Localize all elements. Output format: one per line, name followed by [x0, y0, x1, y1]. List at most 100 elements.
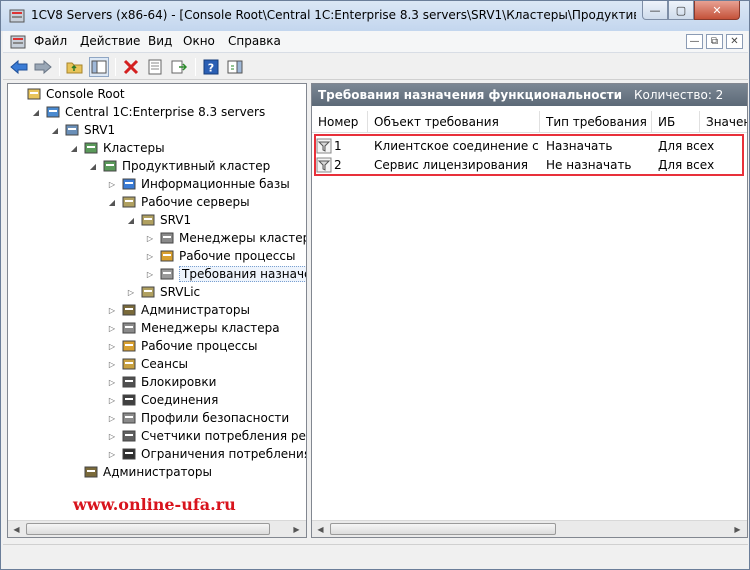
up-one-level-button[interactable] [65, 57, 85, 77]
export-icon [171, 60, 187, 74]
tree-item-label: Central 1C:Enterprise 8.3 servers [65, 105, 266, 119]
expand-icon[interactable]: ▷ [107, 396, 117, 405]
mdi-minimize-button[interactable]: — [686, 34, 703, 49]
show-hide-action-pane-button[interactable] [225, 57, 245, 77]
tree-item[interactable]: ▷ Менеджеры кластера [107, 319, 280, 337]
title-bar[interactable]: 1CV8 Servers (x86-64) - [Console Root\Ce… [1, 1, 749, 31]
help-button[interactable]: ? [201, 57, 221, 77]
forward-button[interactable] [33, 57, 53, 77]
tree-item[interactable]: ◢ SRV1 [126, 211, 191, 229]
details-horizontal-scrollbar[interactable]: ◀ ▶ [312, 520, 747, 537]
menu-view[interactable]: Вид [148, 34, 172, 48]
tree-item[interactable]: ▷ Требования назначения [145, 265, 306, 283]
tree-item-label: Соединения [141, 393, 219, 407]
maximize-button[interactable]: ▢ [668, 1, 694, 20]
tree-item[interactable]: ▷ Сеансы [107, 355, 188, 373]
tree-item[interactable]: ▷ Рабочие процессы [107, 337, 258, 355]
processes-icon [160, 250, 174, 262]
tree-item[interactable]: ▷ SRVLic [126, 283, 200, 301]
expand-icon[interactable]: ▷ [107, 378, 117, 387]
tree-item-label: Администраторы [103, 465, 212, 479]
cluster-icon [103, 160, 117, 172]
tree-item[interactable]: ▷ Блокировки [107, 373, 216, 391]
work-server-icon [141, 286, 155, 298]
highlight-frame [314, 134, 744, 176]
connections-icon [122, 394, 136, 406]
collapse-icon[interactable]: ◢ [69, 144, 79, 153]
console-tree[interactable]: Console Root ◢ Central 1C:Enterprise 8.3 s… [7, 83, 307, 538]
scroll-right-icon[interactable]: ▶ [288, 521, 305, 537]
scroll-thumb[interactable] [330, 523, 556, 535]
properties-button[interactable] [145, 57, 165, 77]
collapse-icon[interactable]: ◢ [50, 126, 60, 135]
tree-item[interactable]: Console Root [12, 85, 125, 103]
admins-icon [84, 466, 98, 478]
scroll-left-icon[interactable]: ◀ [8, 521, 25, 537]
tree-item[interactable]: ▷ Соединения [107, 391, 218, 409]
back-button[interactable] [9, 57, 29, 77]
collapse-icon[interactable]: ◢ [31, 108, 41, 117]
tree-item-label: Рабочие серверы [141, 195, 250, 209]
server-icon [65, 124, 79, 136]
mdi-restore-button[interactable]: ⧉ [706, 34, 723, 49]
scroll-right-icon[interactable]: ▶ [729, 521, 746, 537]
mdi-close-button[interactable]: ✕ [726, 34, 743, 49]
tree-item[interactable]: ▷ Счетчики потребления ресурсов [107, 427, 306, 445]
collapse-icon[interactable]: ◢ [107, 198, 117, 207]
details-pane: Требования назначения функциональности К… [311, 83, 748, 538]
tree-horizontal-scrollbar[interactable]: ◀ ▶ [8, 520, 306, 537]
console-system-menu-icon[interactable] [10, 34, 26, 50]
expand-icon[interactable]: ▷ [107, 180, 117, 189]
menu-action[interactable]: Действие [80, 34, 140, 48]
show-console-tree-button[interactable] [89, 57, 109, 77]
tree-item[interactable]: ▷ Профили безопасности [107, 409, 289, 427]
managers-icon [122, 322, 136, 334]
expand-icon[interactable]: ▷ [145, 270, 155, 279]
folder-icon [27, 88, 41, 100]
column-header-number[interactable]: Номер [312, 111, 368, 133]
expand-icon[interactable]: ▷ [107, 342, 117, 351]
scroll-thumb[interactable] [26, 523, 270, 535]
menu-help[interactable]: Справка [228, 34, 281, 48]
tree-item-label: Сеансы [141, 357, 189, 371]
toolbar: ? [3, 54, 748, 80]
help-icon: ? [203, 59, 219, 75]
expand-icon[interactable]: ▷ [107, 324, 117, 333]
tree-item[interactable]: ▷ Ограничения потребления ресурсов [107, 445, 306, 463]
expand-icon[interactable]: ▷ [145, 234, 155, 243]
tree-item[interactable]: ▷ Рабочие процессы [145, 247, 296, 265]
tree-item[interactable]: ◢ Central 1C:Enterprise 8.3 servers [31, 103, 265, 121]
minimize-button[interactable]: — [642, 1, 668, 20]
tree-item[interactable]: ▷ Менеджеры кластера [145, 229, 306, 247]
details-title: Требования назначения функциональности [318, 88, 623, 102]
tree-item[interactable]: ◢ Кластеры [69, 139, 165, 157]
menu-window[interactable]: Окно [183, 34, 215, 48]
collapse-icon[interactable]: ◢ [88, 162, 98, 171]
tree-item[interactable]: Администраторы [69, 463, 212, 481]
column-header-value[interactable]: Значение [700, 111, 747, 133]
expand-icon[interactable]: ▷ [145, 252, 155, 261]
menu-file[interactable]: Файл [34, 34, 67, 48]
expand-icon[interactable]: ▷ [107, 360, 117, 369]
expand-icon[interactable]: ▷ [107, 306, 117, 315]
tree-item[interactable]: ▷ Администраторы [107, 301, 250, 319]
expand-icon[interactable]: ▷ [107, 450, 117, 459]
tree-item[interactable]: ◢ SRV1 [50, 121, 115, 139]
expand-icon[interactable]: ▷ [107, 414, 117, 423]
column-header-object[interactable]: Объект требования [368, 111, 540, 133]
expand-icon[interactable]: ▷ [126, 288, 136, 297]
export-list-button[interactable] [169, 57, 189, 77]
details-header: Требования назначения функциональности К… [312, 84, 747, 106]
delete-button[interactable] [121, 57, 141, 77]
tree-item[interactable]: ◢ Продуктивный кластер [88, 157, 270, 175]
processes-icon [122, 340, 136, 352]
expand-icon[interactable]: ▷ [107, 432, 117, 441]
column-header-ib[interactable]: ИБ [652, 111, 700, 133]
scroll-left-icon[interactable]: ◀ [312, 521, 329, 537]
tree-item[interactable]: ◢ Рабочие серверы [107, 193, 250, 211]
close-button[interactable]: ✕ [694, 1, 740, 20]
collapse-icon[interactable]: ◢ [126, 216, 136, 225]
tree-item[interactable]: ▷ Информационные базы [107, 175, 290, 193]
column-header-type[interactable]: Тип требования [540, 111, 652, 133]
delete-icon [123, 59, 139, 75]
